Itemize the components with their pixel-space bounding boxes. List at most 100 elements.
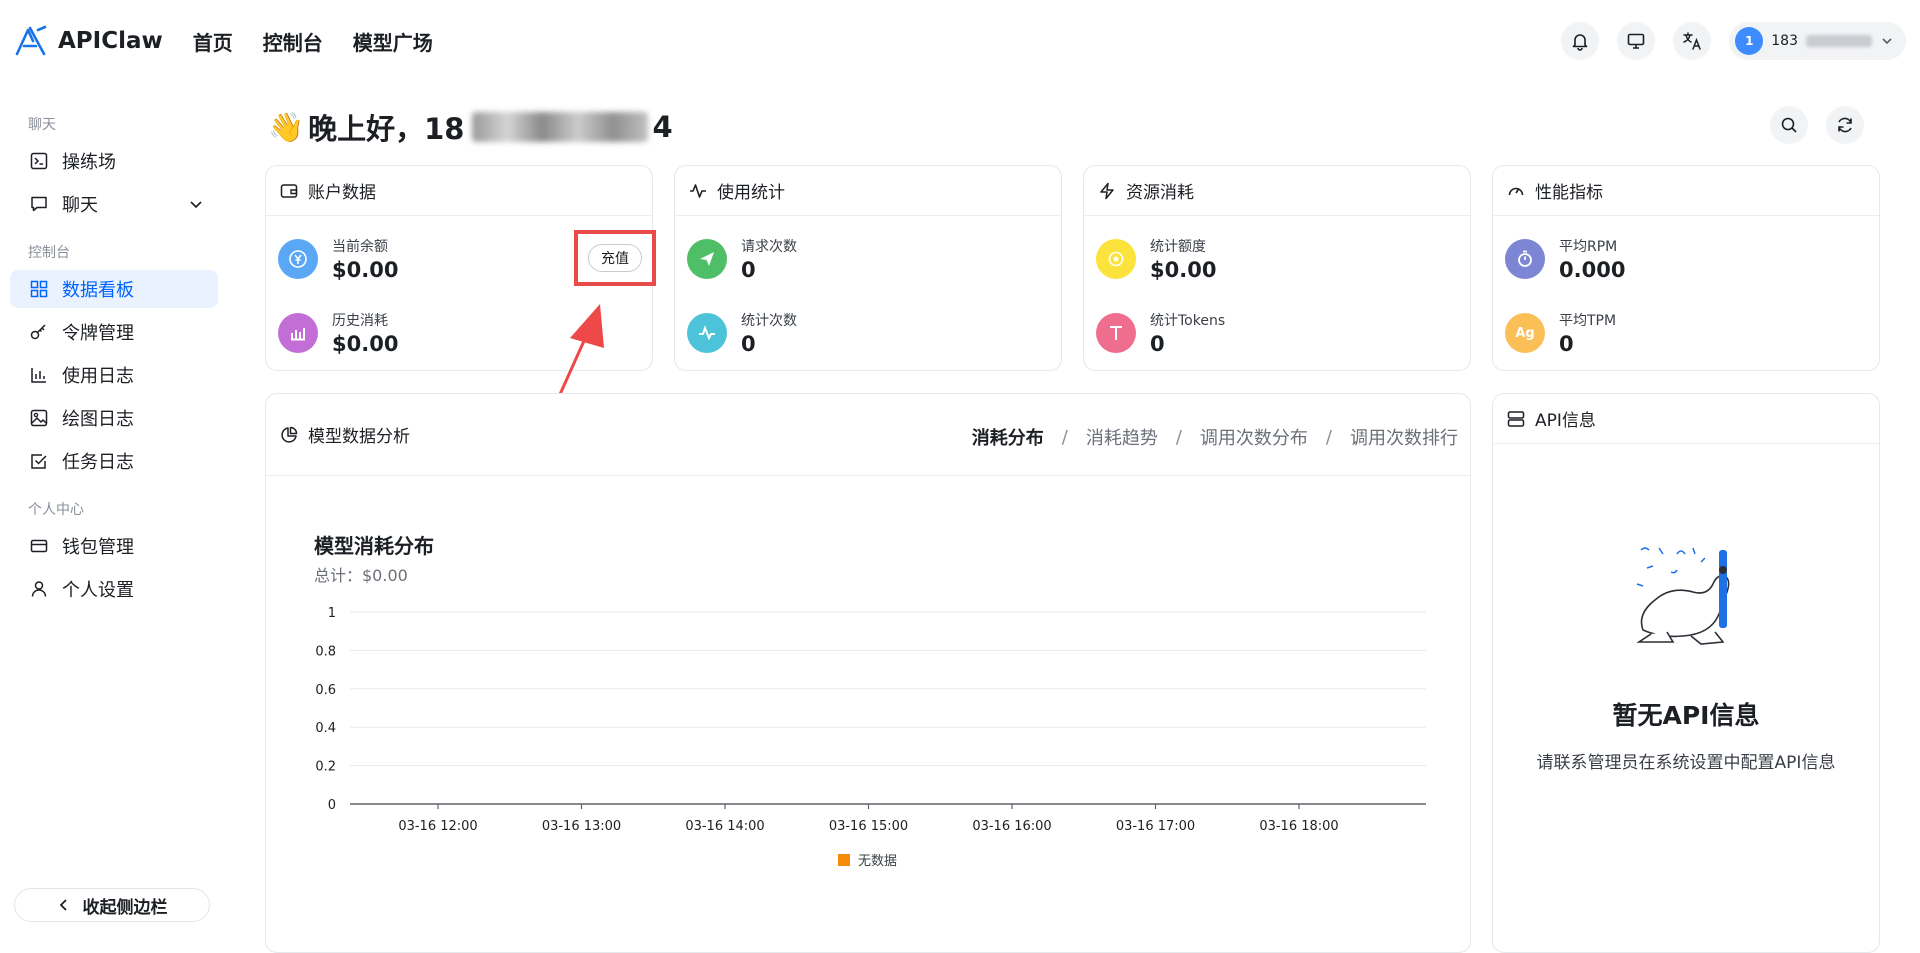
nav-console[interactable]: 控制台 xyxy=(263,27,323,56)
sidebar-item-chat[interactable]: 聊天 xyxy=(10,185,218,223)
chevron-down-icon xyxy=(1882,38,1892,45)
sidebar-item-dashboard[interactable]: 数据看板 xyxy=(10,270,218,308)
logo[interactable]: APIClaw xyxy=(14,24,163,58)
sidebar-item-label: 任务日志 xyxy=(62,452,134,473)
monitor-icon xyxy=(1627,33,1645,49)
dashboard-icon xyxy=(30,280,48,298)
x-tick-label: 03-16 12:00 xyxy=(398,819,477,834)
server-icon xyxy=(1507,410,1525,427)
user-icon xyxy=(31,581,47,597)
sidebar-item-task-log[interactable]: 任务日志 xyxy=(10,442,218,480)
history-label: 历史消耗 xyxy=(332,313,388,329)
sidebar-item-drawing-log[interactable]: 绘图日志 xyxy=(10,399,218,437)
api-info-card: API信息 暂无API信息 请联系管理员在系统设置中配置API信息 xyxy=(1492,393,1880,953)
resource-card: 资源消耗 统计额度 $0.00 统计Tokens 0 xyxy=(1083,165,1471,371)
rpm-label: 平均RPM xyxy=(1559,239,1618,255)
x-tick-label: 03-16 13:00 xyxy=(542,819,621,834)
y-tick-label: 0.2 xyxy=(315,760,336,775)
chat-icon xyxy=(31,196,47,212)
search-button[interactable] xyxy=(1770,106,1808,144)
y-tick-label: 0 xyxy=(328,798,336,813)
collapse-sidebar-label: 收起侧边栏 xyxy=(82,897,168,918)
recharge-button[interactable]: 充值 xyxy=(588,244,642,272)
chevron-down-icon[interactable] xyxy=(188,196,204,212)
language-button[interactable] xyxy=(1673,22,1712,60)
refresh-button[interactable] xyxy=(1826,106,1864,144)
playground-icon xyxy=(30,152,48,170)
x-tick-label: 03-16 17:00 xyxy=(1116,819,1195,834)
collapse-sidebar-button[interactable]: 收起侧边栏 xyxy=(14,888,210,922)
sidebar-item-label: 聊天 xyxy=(62,195,98,216)
sidebar-item-settings[interactable]: 个人设置 xyxy=(10,570,218,608)
image-icon xyxy=(30,409,48,427)
sidebar-section-chat: 聊天 xyxy=(28,117,56,133)
bar-chart-icon xyxy=(31,368,46,383)
chevron-left-icon xyxy=(59,899,67,911)
main-content: 👋 晚上好，18 4 账户数据 当前余额 $0.00 充值 历史消耗 $0.00… xyxy=(264,82,1884,953)
sidebar-item-label: 使用日志 xyxy=(62,366,134,387)
quota-label: 统计额度 xyxy=(1150,239,1206,255)
logo-icon xyxy=(15,25,47,56)
x-tick-label: 03-16 14:00 xyxy=(685,819,764,834)
history-value: $0.00 xyxy=(332,332,399,356)
greeting-suffix: 4 xyxy=(652,110,673,144)
empty-illustration xyxy=(1636,547,1730,645)
requests-label: 请求次数 xyxy=(741,239,797,255)
coin-icon xyxy=(1096,239,1136,279)
nav-model-square[interactable]: 模型广场 xyxy=(353,27,433,56)
currency-icon xyxy=(278,239,318,279)
chart-subtitle: 总计：$0.00 xyxy=(314,566,408,585)
sidebar-item-label: 钱包管理 xyxy=(62,537,134,558)
card-title: 模型数据分析 xyxy=(308,427,410,447)
translate-icon xyxy=(1683,32,1702,50)
count-value: 0 xyxy=(741,332,756,356)
user-name: 183 xyxy=(1771,33,1798,49)
consumption-chart: 1 0.8 0.6 0.4 0.2 0 03-16 12:00 03-16 13:00 03-1… xyxy=(315,606,1426,869)
greeting: 👋 晚上好，18 4 xyxy=(268,106,673,148)
empty-description: 请联系管理员在系统设置中配置API信息 xyxy=(1536,753,1836,773)
sidebar-item-label: 数据看板 xyxy=(62,280,134,301)
y-tick-label: 1 xyxy=(328,606,336,621)
wave-icon: 👋 xyxy=(268,109,305,144)
refresh-icon xyxy=(1838,117,1852,133)
tokens-label: 统计Tokens xyxy=(1150,313,1226,329)
card-title: 性能指标 xyxy=(1535,183,1603,203)
tab-consumption-trend[interactable]: 消耗趋势 xyxy=(1086,424,1158,450)
pie-chart-icon xyxy=(281,426,298,443)
checkbox-icon xyxy=(31,454,47,469)
theme-button[interactable] xyxy=(1617,22,1656,60)
sidebar-item-label: 个人设置 xyxy=(62,580,134,601)
y-tick-label: 0.4 xyxy=(315,721,336,736)
y-tick-label: 0.8 xyxy=(315,644,336,659)
avatar: 1 xyxy=(1735,27,1764,55)
card-title: API信息 xyxy=(1535,411,1596,431)
pulse-icon xyxy=(687,313,727,353)
user-menu[interactable]: 1 183 xyxy=(1729,22,1906,60)
performance-card: 性能指标 平均RPM 0.000 Ag 平均TPM 0 xyxy=(1492,165,1880,371)
sidebar-item-playground[interactable]: 操练场 xyxy=(10,142,218,180)
rpm-value: 0.000 xyxy=(1559,258,1626,282)
tab-consumption-distribution[interactable]: 消耗分布 xyxy=(972,424,1044,450)
notification-button[interactable] xyxy=(1561,22,1600,60)
chart-icon xyxy=(278,313,318,353)
sidebar: 聊天 操练场 聊天 控制台 数据看板 令牌管理 使用日志 绘图日志 任务日志 个… xyxy=(0,82,230,934)
count-label: 统计次数 xyxy=(741,313,797,329)
requests-value: 0 xyxy=(741,258,756,282)
legend-swatch xyxy=(838,854,850,866)
empty-title: 暂无API信息 xyxy=(1612,701,1760,730)
sidebar-item-usage-log[interactable]: 使用日志 xyxy=(10,356,218,394)
sidebar-section-personal: 个人中心 xyxy=(28,502,84,518)
nav-home[interactable]: 首页 xyxy=(193,27,233,56)
sidebar-item-tokens[interactable]: 令牌管理 xyxy=(10,313,218,351)
card-title: 使用统计 xyxy=(717,183,785,203)
tab-call-distribution[interactable]: 调用次数分布 xyxy=(1200,424,1308,450)
sidebar-section-console: 控制台 xyxy=(28,245,70,261)
wallet-icon xyxy=(280,183,298,198)
stopwatch-icon xyxy=(1505,239,1545,279)
tab-call-ranking[interactable]: 调用次数排行 xyxy=(1350,424,1458,450)
sidebar-item-wallet[interactable]: 钱包管理 xyxy=(10,527,218,565)
sidebar-item-label: 绘图日志 xyxy=(62,409,134,430)
username-redacted xyxy=(472,112,649,142)
tpm-label: 平均TPM xyxy=(1559,313,1617,329)
wallet-icon xyxy=(30,539,48,553)
